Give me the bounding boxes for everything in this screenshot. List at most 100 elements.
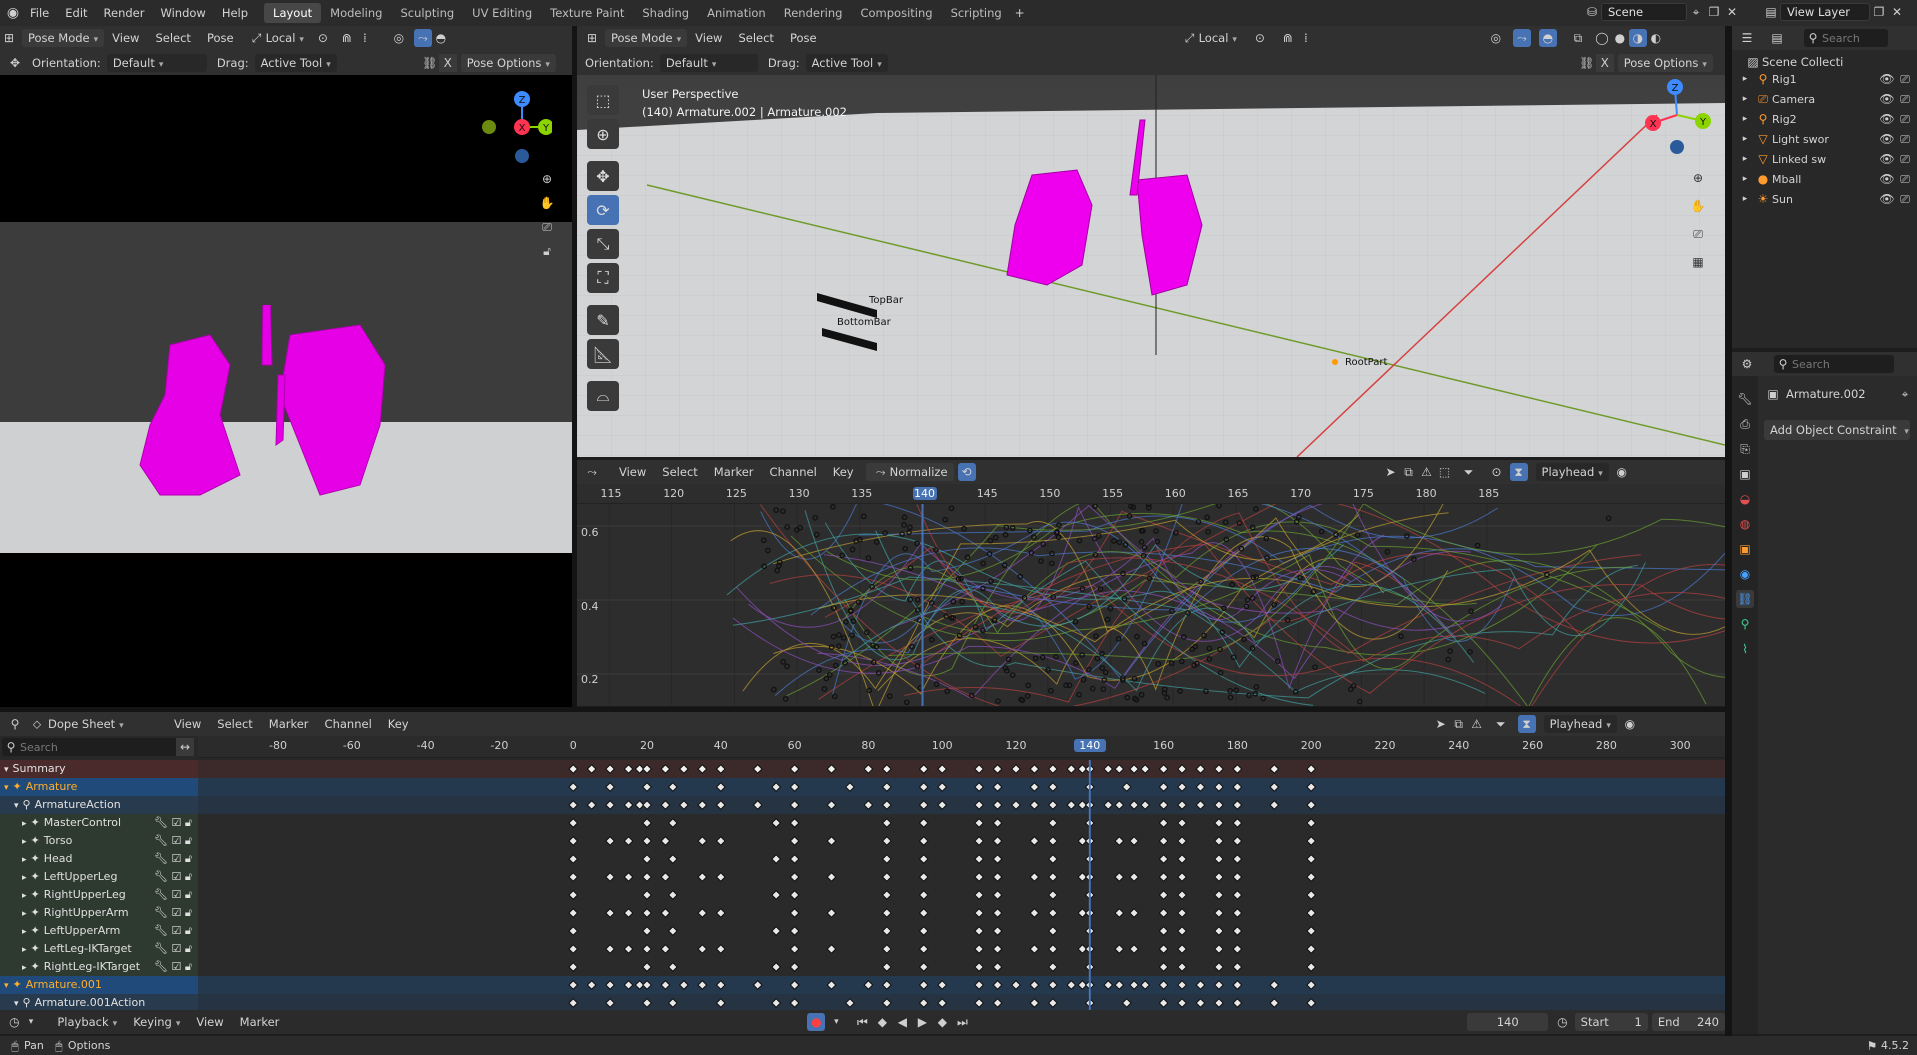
- snap-settings-icon[interactable]: ⁞: [1297, 29, 1315, 47]
- view-layer-field[interactable]: View Layer: [1780, 3, 1870, 21]
- dope-channel-label[interactable]: ▸ ✦ RightUpperLeg 🔧︎ ☑ 🔓︎: [0, 886, 198, 904]
- visibility-icon[interactable]: ◎: [1487, 29, 1505, 47]
- main-mode-dropdown[interactable]: Pose Mode: [605, 29, 688, 47]
- visibility-eye-icon[interactable]: 👁︎: [1878, 170, 1896, 188]
- wrench-icon[interactable]: 🔧︎: [154, 942, 168, 955]
- timeline-menu-marker[interactable]: Marker: [232, 1012, 288, 1032]
- pivot-icon[interactable]: ⊙: [1251, 29, 1269, 47]
- checkbox-icon[interactable]: ☑: [171, 888, 181, 901]
- graph-editor-canvas[interactable]: 115 120 125 130 135 140 145 150 155 160 165 170 175 1…: [577, 484, 1725, 706]
- editor-type-icon[interactable]: ⊞: [583, 29, 601, 47]
- render-camera-icon[interactable]: ⎚: [1896, 150, 1914, 168]
- jump-end-icon[interactable]: ⏭: [953, 1013, 971, 1031]
- lock-icon[interactable]: 🔓︎: [185, 906, 192, 919]
- output-tab-icon[interactable]: ⎘: [1736, 440, 1754, 458]
- lock-icon[interactable]: 🔓︎: [185, 888, 192, 901]
- pin-icon[interactable]: ⌖: [1896, 385, 1914, 403]
- render-camera-icon[interactable]: ⎚: [1896, 130, 1914, 148]
- menu-edit[interactable]: Edit: [57, 3, 95, 23]
- dope-channel-label[interactable]: ▾ Summary: [0, 760, 198, 778]
- left-menu-select[interactable]: Select: [147, 28, 198, 48]
- render-tab-icon[interactable]: ⎙: [1736, 415, 1754, 433]
- dope-channel-label[interactable]: ▸ ✦ RightUpperArm 🔧︎ ☑ 🔓︎: [0, 904, 198, 922]
- area-divider[interactable]: [1725, 26, 1732, 1036]
- render-camera-icon[interactable]: ⎚: [1896, 70, 1914, 88]
- proportional-icon[interactable]: ◉: [1621, 715, 1639, 733]
- main-3d-viewport[interactable]: TopBar BottomBar RootPart User Perspecti…: [577, 75, 1725, 457]
- dope-channel-label[interactable]: ▾ ✦ Armature.001: [0, 976, 198, 994]
- graph-extra-icon[interactable]: ⬚: [1436, 463, 1454, 481]
- expand-chevron-icon[interactable]: ▾: [14, 801, 19, 811]
- expand-chevron-icon[interactable]: ▸: [22, 909, 27, 919]
- left-orientation-space[interactable]: Local: [266, 31, 304, 45]
- dope-menu-view[interactable]: View: [166, 714, 209, 734]
- left-drag-dropdown[interactable]: Active Tool: [254, 53, 337, 72]
- dope-sheet[interactable]: ⚲ Search ↔ -80 -60 -40 -20 0 20 40 60 80 100 120 14…: [0, 736, 1725, 1010]
- jump-start-icon[interactable]: ⏮: [853, 1013, 871, 1031]
- new-view-layer-icon[interactable]: ❐: [1870, 3, 1888, 21]
- timeline-editor-type-icon[interactable]: ◷: [6, 1013, 23, 1031]
- normalize-toggle[interactable]: ⤳ Normalize: [865, 463, 954, 481]
- main-nav-gizmo[interactable]: Z Y X: [1637, 75, 1717, 160]
- render-camera-icon[interactable]: ⎚: [1896, 90, 1914, 108]
- dope-menu-select[interactable]: Select: [209, 714, 260, 734]
- expand-chevron-icon[interactable]: ▸: [22, 945, 27, 955]
- show-hidden-icon[interactable]: ⧉: [1450, 715, 1468, 733]
- outliner-item[interactable]: ▸ ⚲ Rig1 👁︎ ⎚: [1736, 70, 1914, 88]
- gizmo-neg-z[interactable]: [1670, 140, 1684, 154]
- properties-type-icon[interactable]: ⚙: [1738, 355, 1756, 373]
- pin-icon[interactable]: ⌖: [1687, 3, 1705, 21]
- expand-chevron-icon[interactable]: ▸: [22, 837, 27, 847]
- x-mirror-icon[interactable]: X: [1595, 53, 1614, 72]
- outliner-item[interactable]: ▸ ⎚ Camera 👁︎ ⎚: [1736, 90, 1914, 108]
- visibility-eye-icon[interactable]: 👁︎: [1878, 70, 1896, 88]
- only-errors-icon[interactable]: ⚠: [1468, 715, 1486, 733]
- x-mirror-icon[interactable]: X: [438, 53, 457, 72]
- snap-icon[interactable]: ⧗: [1509, 463, 1528, 481]
- checkbox-icon[interactable]: ☑: [171, 924, 181, 937]
- dope-menu-marker[interactable]: Marker: [261, 714, 317, 734]
- left-mode-dropdown[interactable]: Pose Mode: [22, 29, 105, 47]
- menu-render[interactable]: Render: [96, 3, 153, 23]
- camera-icon[interactable]: ⎚: [1689, 225, 1707, 243]
- filter-icon[interactable]: ⏷: [1460, 463, 1478, 481]
- lock-icon[interactable]: 🔓︎: [185, 924, 192, 937]
- timeline-menu-playback[interactable]: Playback: [49, 1012, 125, 1032]
- editor-type-icon[interactable]: ⊞: [0, 29, 18, 47]
- display-mode-icon[interactable]: ▤: [1768, 29, 1786, 47]
- main-pose-options[interactable]: Pose Options: [1617, 53, 1713, 72]
- expand-chevron-icon[interactable]: ▸: [1736, 190, 1754, 208]
- left-menu-view[interactable]: View: [104, 28, 147, 48]
- play-reverse-icon[interactable]: ◀: [893, 1013, 911, 1031]
- main-orientation-space[interactable]: Local: [1199, 31, 1237, 45]
- workspace-tab-layout[interactable]: Layout: [264, 3, 322, 23]
- play-icon[interactable]: ▶: [913, 1013, 931, 1031]
- dope-frame-ruler[interactable]: -80 -60 -40 -20 0 20 40 60 80 100 120 140 160 180 200 2…: [198, 736, 1725, 758]
- start-frame-field[interactable]: Start 1: [1574, 1013, 1648, 1031]
- properties-search[interactable]: ⚲ Search: [1774, 355, 1894, 373]
- graph-menu-key[interactable]: Key: [825, 462, 862, 482]
- graph-menu-marker[interactable]: Marker: [706, 462, 762, 482]
- expand-chevron-icon[interactable]: ▸: [22, 927, 27, 937]
- render-camera-icon[interactable]: ⎚: [1896, 110, 1914, 128]
- lock-icon[interactable]: 🔓︎: [185, 816, 192, 829]
- dope-channel-label[interactable]: ▾ ✦ Armature: [0, 778, 198, 796]
- visibility-eye-icon[interactable]: 👁︎: [1878, 90, 1896, 108]
- world-tab-icon[interactable]: ◍: [1736, 515, 1754, 533]
- expand-chevron-icon[interactable]: ▾: [4, 783, 9, 793]
- visibility-eye-icon[interactable]: 👁︎: [1878, 150, 1896, 168]
- rotate-tool[interactable]: ⟳: [587, 195, 619, 225]
- only-errors-icon[interactable]: ⚠: [1418, 463, 1436, 481]
- expand-chevron-icon[interactable]: ▾: [4, 981, 9, 991]
- scene-tab-icon[interactable]: ◒: [1736, 490, 1754, 508]
- dope-channel-label[interactable]: ▸ ✦ Head 🔧︎ ☑ 🔓︎: [0, 850, 198, 868]
- checkbox-icon[interactable]: ☑: [171, 852, 181, 865]
- dope-mode-icon[interactable]: ⬦: [28, 715, 46, 733]
- view-layer-tab-icon[interactable]: ▣: [1736, 465, 1754, 483]
- dope-channel-label[interactable]: ▸ ✦ LeftUpperArm 🔧︎ ☑ 🔓︎: [0, 922, 198, 940]
- expand-chevron-icon[interactable]: ▸: [1736, 90, 1754, 108]
- active-tool-icon[interactable]: ✥: [6, 54, 24, 72]
- render-camera-icon[interactable]: ⎚: [1896, 170, 1914, 188]
- dope-menu-channel[interactable]: Channel: [317, 714, 380, 734]
- left-pose-options[interactable]: Pose Options: [460, 53, 556, 72]
